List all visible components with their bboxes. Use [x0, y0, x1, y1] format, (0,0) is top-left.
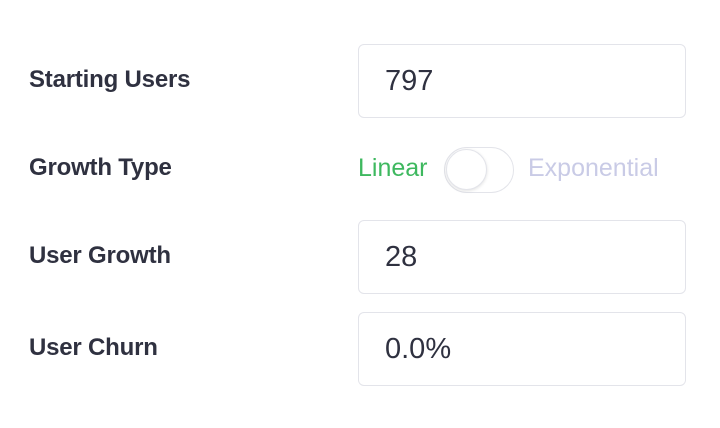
user-growth-input[interactable]: [359, 221, 685, 293]
user-growth-label: User Growth: [29, 242, 171, 269]
growth-type-switch[interactable]: [444, 147, 514, 193]
user-churn-label: User Churn: [29, 334, 158, 361]
starting-users-field-box: [358, 44, 686, 118]
user-growth-field-box: [358, 220, 686, 294]
growth-type-switch-knob[interactable]: [446, 149, 487, 190]
user-churn-field-box: [358, 312, 686, 386]
user-churn-input[interactable]: [359, 313, 685, 385]
growth-type-option-linear[interactable]: Linear: [358, 154, 428, 183]
starting-users-input[interactable]: [359, 45, 685, 117]
growth-type-label: Growth Type: [29, 154, 172, 181]
growth-type-toggle-group: Linear Exponential: [358, 146, 698, 194]
starting-users-label: Starting Users: [29, 66, 191, 93]
growth-type-option-exponential[interactable]: Exponential: [528, 154, 659, 183]
